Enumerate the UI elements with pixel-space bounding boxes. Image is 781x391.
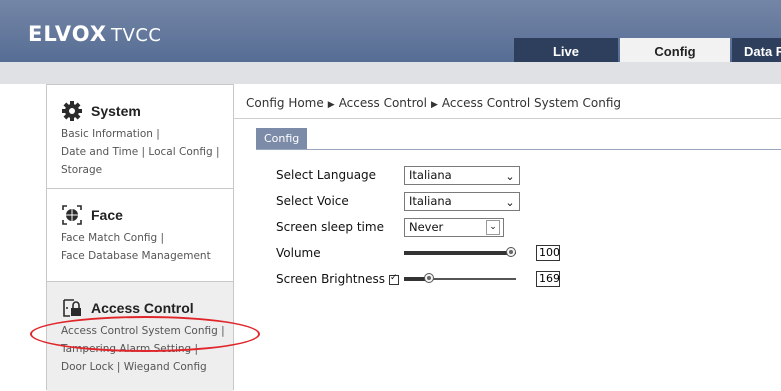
logo-sub-text: TVCC xyxy=(111,25,162,46)
brightness-label: Screen Brightness xyxy=(276,272,399,286)
sidebar-section-access-control: Access Control Access Control System Con… xyxy=(47,282,233,391)
sleep-time-select-value: Never xyxy=(409,219,444,234)
volume-value-box[interactable]: 100 xyxy=(536,245,560,261)
brightness-label-text: Screen Brightness xyxy=(276,272,385,286)
brightness-value-box[interactable]: 169 xyxy=(536,271,560,287)
sidebar-section-face: Face Face Match Config | Face Database M… xyxy=(47,189,233,282)
logo-brand-text: ELVOX xyxy=(28,22,108,46)
link-storage[interactable]: Storage xyxy=(61,164,102,176)
link-access-control-system-config[interactable]: Access Control System Config | xyxy=(61,325,225,337)
language-select[interactable]: Italiana ⌄ xyxy=(404,165,520,185)
sidebar-title-face[interactable]: Face xyxy=(91,207,123,223)
brightness-checkbox[interactable] xyxy=(389,273,399,285)
volume-slider-handle[interactable] xyxy=(506,247,516,257)
sidebar: System Basic Information | Date and Time… xyxy=(46,84,234,391)
sidebar-title-system[interactable]: System xyxy=(91,103,141,119)
link-basic-information[interactable]: Basic Information | xyxy=(61,128,160,140)
voice-select-value: Italiana xyxy=(409,193,452,208)
breadcrumb-config-home[interactable]: Config Home xyxy=(246,96,324,110)
language-label: Select Language xyxy=(276,168,377,182)
top-header-bar: ELVOXTVCC Live Config Data Re xyxy=(0,0,781,66)
volume-slider-fill xyxy=(404,251,511,255)
breadcrumb-access-control[interactable]: Access Control xyxy=(339,96,427,110)
chevron-down-icon: ⌄ xyxy=(486,219,500,235)
chevron-down-icon: ⌄ xyxy=(505,195,515,209)
header-band xyxy=(0,62,781,84)
sidebar-section-system: System Basic Information | Date and Time… xyxy=(47,85,233,189)
breadcrumb: Config Home ▶ Access Control ▶ Access Contro… xyxy=(246,96,621,110)
language-select-value: Italiana xyxy=(409,167,452,182)
brightness-slider[interactable] xyxy=(404,273,516,285)
face-icon xyxy=(61,204,83,226)
subtab-divider xyxy=(256,149,781,150)
breadcrumb-current-page: Access Control System Config xyxy=(441,96,622,110)
lock-icon xyxy=(61,297,83,319)
breadcrumb-divider xyxy=(234,118,781,119)
sidebar-title-access-control[interactable]: Access Control xyxy=(91,300,194,316)
link-door-lock-wiegand-config[interactable]: Door Lock | Wiegand Config xyxy=(61,361,207,373)
link-date-time-local-config[interactable]: Date and Time | Local Config | xyxy=(61,146,220,158)
volume-slider[interactable] xyxy=(404,247,516,259)
link-tampering-alarm-setting[interactable]: Tampering Alarm Setting | xyxy=(61,343,198,355)
link-face-match-config[interactable]: Face Match Config | xyxy=(61,232,164,244)
brightness-slider-handle[interactable] xyxy=(424,273,434,283)
link-face-database-management[interactable]: Face Database Management xyxy=(61,250,211,262)
breadcrumb-arrow-icon: ▶ xyxy=(430,100,438,110)
chevron-down-icon: ⌄ xyxy=(505,169,515,183)
voice-select[interactable]: Italiana ⌄ xyxy=(404,191,520,211)
main-content: Config Home ▶ Access Control ▶ Access Contro… xyxy=(234,84,781,390)
breadcrumb-arrow-icon: ▶ xyxy=(327,100,335,110)
voice-label: Select Voice xyxy=(276,194,349,208)
subtab-config[interactable]: Config xyxy=(256,128,308,150)
volume-label: Volume xyxy=(276,246,321,260)
sleep-time-label: Screen sleep time xyxy=(276,220,384,234)
gear-icon xyxy=(61,100,83,122)
logo: ELVOX TVCC xyxy=(28,22,161,46)
sleep-time-select[interactable]: Never ⌄ xyxy=(404,217,504,237)
